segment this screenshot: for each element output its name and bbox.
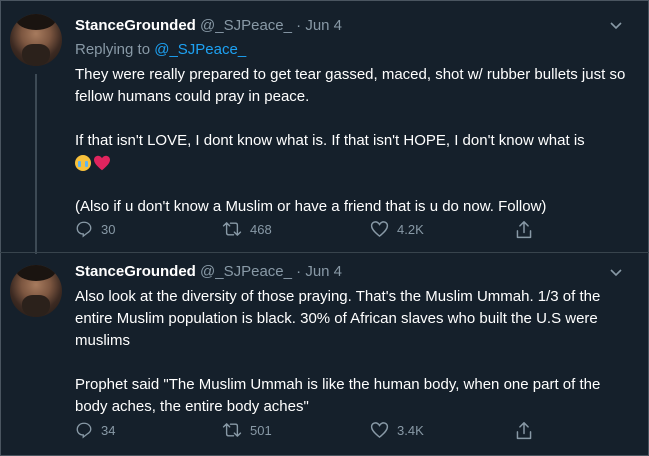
tweet-date[interactable]: Jun 4 <box>305 17 342 34</box>
retweet-button[interactable]: 468 <box>222 220 272 238</box>
retweet-count: 501 <box>250 422 272 438</box>
avatar-beard <box>22 295 50 317</box>
loudly-crying-face-icon <box>75 155 91 171</box>
tweet-paragraph: If that isn't LOVE, I dont know what is.… <box>75 132 585 149</box>
share-button[interactable] <box>515 421 533 441</box>
like-count: 4.2K <box>397 221 424 237</box>
like-button[interactable]: 4.2K <box>370 220 424 238</box>
user-handle[interactable]: @_SJPeace_ <box>200 263 292 280</box>
retweet-icon <box>222 423 242 437</box>
avatar-hair <box>16 265 56 281</box>
reply-count: 30 <box>101 221 116 237</box>
tweet-header: StanceGrounded @_SJPeace_ · Jun 4 <box>75 17 342 34</box>
share-button[interactable] <box>515 220 533 240</box>
avatar-hair <box>16 14 56 30</box>
reply-count: 34 <box>101 422 116 438</box>
tweet-paragraph: Prophet said "The Muslim Ummah is like t… <box>75 376 601 415</box>
reply-icon <box>76 422 92 439</box>
red-heart-icon <box>94 155 110 171</box>
tweet-actions: 30 468 4.2K <box>75 220 615 242</box>
share-icon <box>516 221 532 239</box>
emoji-row <box>75 152 635 174</box>
tweet-paragraph: Also look at the diversity of those pray… <box>75 288 601 349</box>
reply-button[interactable]: 30 <box>75 220 115 238</box>
avatar-beard <box>22 44 50 66</box>
separator-dot: · <box>296 263 302 280</box>
tweet-text: Also look at the diversity of those pray… <box>75 286 635 418</box>
display-name[interactable]: StanceGrounded <box>75 263 196 280</box>
avatar[interactable] <box>10 265 62 317</box>
chevron-down-icon[interactable] <box>610 19 622 30</box>
display-name[interactable]: StanceGrounded <box>75 17 196 34</box>
replying-prefix: Replying to <box>75 41 151 58</box>
tweet-text: They were really prepared to get tear ga… <box>75 64 635 218</box>
user-handle[interactable]: @_SJPeace_ <box>200 17 292 34</box>
tweet-2[interactable]: StanceGrounded @_SJPeace_ · Jun 4 Also l… <box>0 253 649 456</box>
like-button[interactable]: 3.4K <box>370 421 424 439</box>
thread-line <box>35 74 37 254</box>
tweet-paragraph: (Also if u don't know a Muslim or have a… <box>75 198 547 215</box>
replying-to: Replying to @_SJPeace_ <box>75 41 246 58</box>
tweet-header: StanceGrounded @_SJPeace_ · Jun 4 <box>75 263 342 280</box>
separator-dot: · <box>296 17 302 34</box>
retweet-icon <box>222 222 242 236</box>
tweet-date[interactable]: Jun 4 <box>305 263 342 280</box>
retweet-button[interactable]: 501 <box>222 421 272 439</box>
tweet-1[interactable]: StanceGrounded @_SJPeace_ · Jun 4 Replyi… <box>0 0 649 254</box>
reply-button[interactable]: 34 <box>75 421 115 439</box>
tweet-paragraph: They were really prepared to get tear ga… <box>75 66 626 105</box>
heart-icon <box>370 221 389 238</box>
replying-mention-link[interactable]: @_SJPeace_ <box>154 41 246 58</box>
reply-icon <box>76 221 92 238</box>
retweet-count: 468 <box>250 221 272 237</box>
share-icon <box>516 422 532 440</box>
chevron-down-icon[interactable] <box>610 266 622 277</box>
tweet-actions: 34 501 3.4K <box>75 421 615 443</box>
like-count: 3.4K <box>397 422 424 438</box>
heart-icon <box>370 422 389 439</box>
avatar[interactable] <box>10 14 62 66</box>
